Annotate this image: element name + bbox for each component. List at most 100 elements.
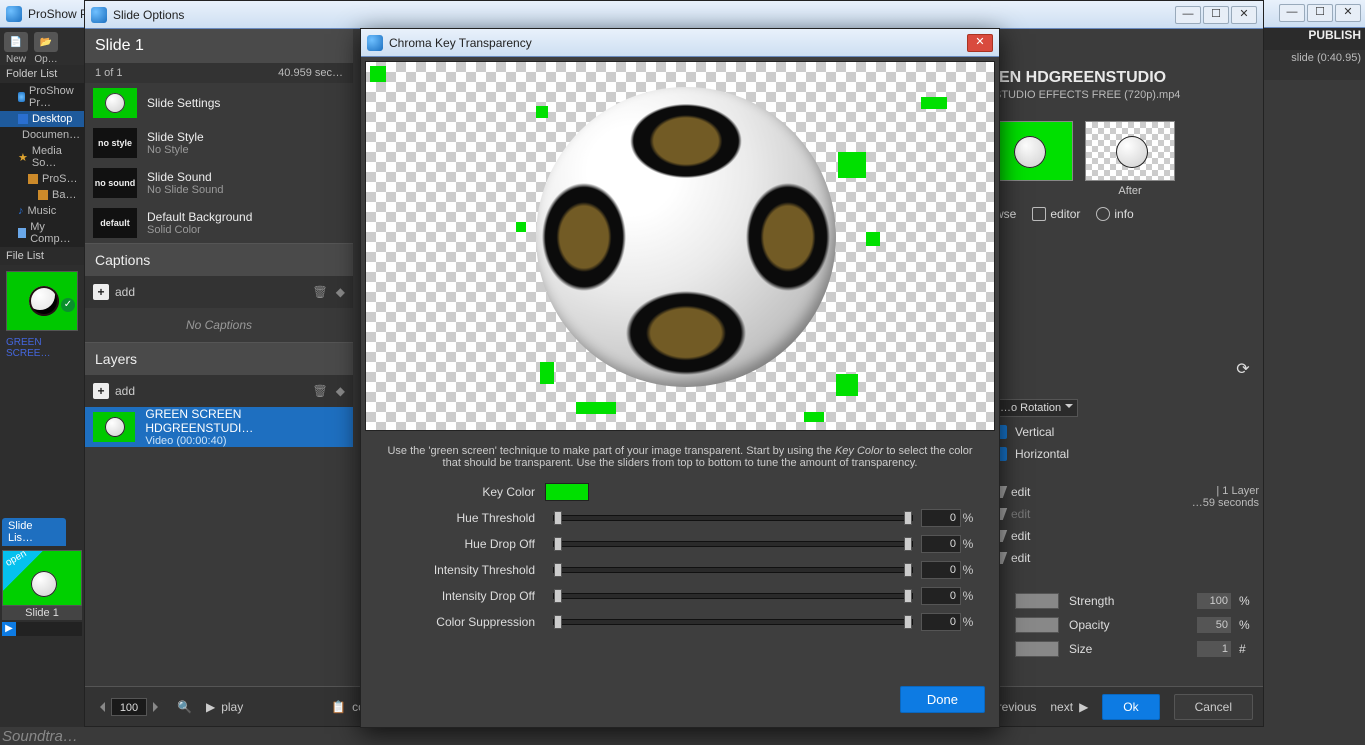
- tree-item: Documen…: [0, 127, 84, 143]
- color-swatch[interactable]: [1015, 617, 1059, 633]
- rotation-select-row: …o Rotation: [993, 399, 1253, 417]
- slider-thumb[interactable]: [904, 511, 912, 525]
- chroma-description: Use the 'green screen' technique to make…: [361, 435, 999, 475]
- slider-track[interactable]: [553, 515, 913, 521]
- color-swatch[interactable]: [1015, 593, 1059, 609]
- folder-tree[interactable]: ProShow Pr… Desktop Documen… ★Media So… …: [0, 83, 84, 247]
- strength-label: Strength: [1069, 594, 1191, 608]
- opacity-value[interactable]: 50: [1197, 617, 1231, 633]
- slide-header: Slide 1: [85, 29, 353, 63]
- app-icon: [18, 92, 25, 102]
- slide-list-tab[interactable]: Slide Lis…: [2, 518, 66, 546]
- key-artifact: [516, 222, 526, 232]
- slider-thumb[interactable]: [904, 537, 912, 551]
- edit-row-4[interactable]: edit: [993, 551, 1253, 565]
- strength-value[interactable]: 100: [1197, 593, 1231, 609]
- chroma-close-button[interactable]: ✕: [967, 34, 993, 52]
- slider-track[interactable]: [553, 619, 913, 625]
- layer-item[interactable]: GREEN SCREEN HDGREENSTUDI… Video (00:00:…: [85, 407, 353, 447]
- sort-icon[interactable]: ◆: [336, 285, 345, 299]
- slide-time: 40.959 sec…: [278, 67, 343, 79]
- row-slide-sound[interactable]: no sound Slide SoundNo Slide Sound: [85, 163, 353, 203]
- slider-track[interactable]: [553, 567, 913, 573]
- slider-track[interactable]: [553, 541, 913, 547]
- layers-add-row: +add 🗑 ◆: [85, 375, 353, 407]
- row-slide-settings[interactable]: Slide Settings: [85, 83, 353, 123]
- triangle-right-icon[interactable]: [153, 702, 163, 712]
- magnify-icon[interactable]: 🔍: [177, 700, 192, 714]
- refresh-icon[interactable]: ⟳: [1233, 359, 1253, 379]
- toolbar-new[interactable]: 📄 New: [4, 32, 28, 65]
- flip-vertical-row[interactable]: Vertical: [993, 425, 1253, 439]
- trash-icon[interactable]: 🗑: [313, 285, 328, 299]
- slider-value[interactable]: 0: [921, 509, 961, 527]
- row-slide-style[interactable]: no style Slide StyleNo Style: [85, 123, 353, 163]
- so-maximize-button[interactable]: ☐: [1203, 6, 1229, 24]
- slider-track[interactable]: [553, 593, 913, 599]
- play-button[interactable]: ▶ play: [206, 700, 243, 714]
- app-minimize-button[interactable]: —: [1279, 4, 1305, 22]
- add-layer-button[interactable]: +add: [93, 383, 135, 399]
- key-color-swatch[interactable]: [545, 483, 589, 501]
- app-maximize-button[interactable]: ☐: [1307, 4, 1333, 22]
- add-caption-button[interactable]: +add: [93, 284, 135, 300]
- slider-value[interactable]: 0: [921, 561, 961, 579]
- slider-value[interactable]: 0: [921, 535, 961, 553]
- size-label: Size: [1069, 642, 1191, 656]
- slide-thumb[interactable]: open: [2, 550, 82, 606]
- slider-thumb[interactable]: [554, 615, 562, 629]
- key-color-row: Key Color: [385, 479, 975, 505]
- key-artifact: [536, 106, 548, 118]
- trash-icon[interactable]: 🗑: [313, 384, 328, 398]
- so-minimize-button[interactable]: —: [1175, 6, 1201, 24]
- slider-thumb[interactable]: [904, 563, 912, 577]
- info-button[interactable]: info: [1096, 207, 1133, 221]
- ok-button[interactable]: Ok: [1102, 694, 1159, 720]
- app-close-button[interactable]: ✕: [1335, 4, 1361, 22]
- editor-button[interactable]: editor: [1032, 207, 1080, 221]
- toolbar-open[interactable]: 📂 Op…: [34, 32, 58, 65]
- file-thumbnail[interactable]: ✓: [6, 271, 78, 331]
- zoom-value[interactable]: 100: [111, 698, 147, 716]
- so-close-button[interactable]: ✕: [1231, 6, 1257, 24]
- slider-thumb[interactable]: [554, 589, 562, 603]
- open-tag: open: [4, 548, 29, 569]
- key-artifact: [836, 374, 858, 396]
- captions-empty: No Captions: [85, 308, 353, 342]
- opacity-row: Opacity50%: [993, 617, 1253, 633]
- publish-button[interactable]: PUBLISH: [1308, 28, 1361, 50]
- play-icon[interactable]: ▶: [2, 622, 16, 636]
- layer-title: GREEN SCREEN HDGREENSTUDI…: [145, 407, 345, 435]
- done-button[interactable]: Done: [900, 686, 985, 713]
- thumb-badge: no style: [93, 128, 137, 158]
- sort-icon[interactable]: ◆: [336, 384, 345, 398]
- check-badge-icon: ✓: [61, 298, 75, 312]
- next-button[interactable]: next ▶: [1050, 700, 1088, 714]
- info-icon: [1096, 207, 1110, 221]
- slider-thumb[interactable]: [554, 511, 562, 525]
- soundtrack-label: Soundtra…: [2, 728, 78, 745]
- color-swatch[interactable]: [1015, 641, 1059, 657]
- triangle-left-icon[interactable]: [95, 702, 105, 712]
- key-artifact: [576, 402, 616, 414]
- chroma-titlebar[interactable]: Chroma Key Transparency ✕: [361, 29, 999, 57]
- slider-thumb[interactable]: [554, 537, 562, 551]
- row-default-bg[interactable]: default Default BackgroundSolid Color: [85, 203, 353, 243]
- size-row: Size1#: [993, 641, 1253, 657]
- size-value[interactable]: 1: [1197, 641, 1231, 657]
- slider-value[interactable]: 0: [921, 587, 961, 605]
- slider-thumb[interactable]: [554, 563, 562, 577]
- slide-options-titlebar[interactable]: Slide Options — ☐ ✕: [85, 1, 1263, 29]
- flip-horizontal-row[interactable]: Horizontal: [993, 447, 1253, 461]
- edit-row-3[interactable]: edit: [993, 529, 1253, 543]
- plus-icon: +: [93, 383, 109, 399]
- slider-thumb[interactable]: [904, 589, 912, 603]
- slider-value[interactable]: 0: [921, 613, 961, 631]
- key-artifact: [866, 232, 880, 246]
- rotation-select[interactable]: …o Rotation: [993, 399, 1078, 417]
- slide-strip: Slide Lis… open Slide 1 ▶: [2, 518, 86, 636]
- slider-thumb[interactable]: [904, 615, 912, 629]
- cancel-button[interactable]: Cancel: [1174, 694, 1253, 720]
- after-thumb: After: [1085, 121, 1175, 197]
- slide-options-title: Slide Options: [113, 8, 184, 22]
